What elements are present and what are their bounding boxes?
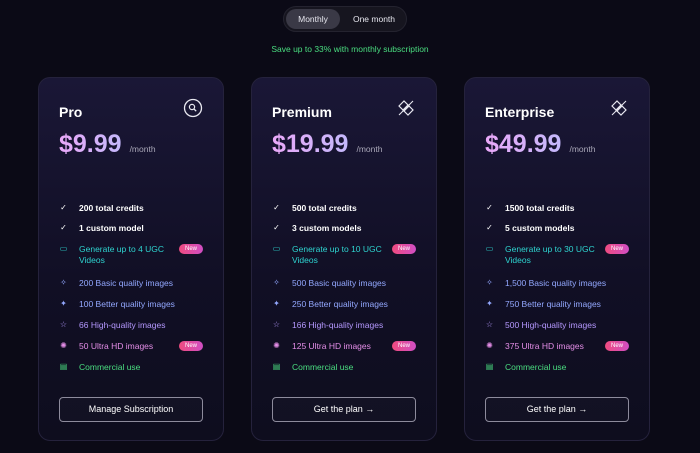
new-badge: New xyxy=(179,341,203,351)
new-badge: New xyxy=(179,244,203,254)
get-plan-button[interactable]: Get the plan → xyxy=(485,397,629,422)
get-plan-button[interactable]: Get the plan → xyxy=(272,397,416,422)
check-icon: ✓ xyxy=(486,203,493,212)
feature-text: 3 custom models xyxy=(292,223,362,233)
feature-text: 500 High-quality images xyxy=(505,320,597,330)
feature-text: 200 total credits xyxy=(79,203,144,213)
price-row: $49.99 /month xyxy=(485,130,595,159)
sparkles-icon: ✦ xyxy=(60,299,67,308)
new-badge: New xyxy=(605,244,629,254)
check-icon: ✓ xyxy=(273,223,280,232)
feature-text: 66 High-quality images xyxy=(79,320,166,330)
plan-name: Premium xyxy=(272,104,332,120)
feature-text: Commercial use xyxy=(292,362,354,372)
feature-text: 500 Basic quality images xyxy=(292,278,387,288)
sparkle-icon: ✧ xyxy=(60,278,67,287)
new-badge: New xyxy=(392,341,416,351)
video-icon: ▭ xyxy=(59,244,68,253)
sparkles-icon: ✦ xyxy=(486,299,493,308)
check-icon: ✓ xyxy=(60,203,67,212)
sparkle-bright-icon: ✺ xyxy=(486,341,493,350)
check-icon: ✓ xyxy=(60,223,67,232)
star-icon: ☆ xyxy=(59,320,68,329)
video-icon: ▭ xyxy=(272,244,281,253)
layers-icon xyxy=(609,98,629,118)
price-row: $9.99 /month xyxy=(59,130,156,159)
star-icon: ☆ xyxy=(485,320,494,329)
document-icon: ▤ xyxy=(59,362,68,371)
toggle-one-month[interactable]: One month xyxy=(344,9,404,29)
feature-text: Generate up to 30 UGC Videos xyxy=(505,244,595,265)
feature-text: 750 Better quality images xyxy=(505,299,601,309)
plan-name: Enterprise xyxy=(485,104,555,120)
feature-text: 1 custom model xyxy=(79,223,144,233)
new-badge: New xyxy=(392,244,416,254)
price-period: /month xyxy=(569,144,596,154)
billing-toggle: Monthly One month xyxy=(283,6,407,32)
feature-text: 166 High-quality images xyxy=(292,320,384,330)
save-note: Save up to 33% with monthly subscription xyxy=(271,44,429,54)
layers-icon xyxy=(396,98,416,118)
feature-text: 125 Ultra HD images xyxy=(292,341,371,351)
feature-text: 5 custom models xyxy=(505,223,575,233)
manage-subscription-button[interactable]: Manage Subscription xyxy=(59,397,203,422)
plan-card-pro: Pro $9.99 /month ✓ 200 total credits ✓ 1… xyxy=(38,77,224,441)
feature-text: Generate up to 4 UGC Videos xyxy=(79,244,165,265)
plan-card-premium: Premium $19.99 /month ✓ 500 total credit… xyxy=(251,77,437,441)
feature-text: 250 Better quality images xyxy=(292,299,388,309)
feature-text: 375 Ultra HD images xyxy=(505,341,584,351)
plan-card-enterprise: Enterprise $49.99 /month ✓ 1500 total cr… xyxy=(464,77,650,441)
star-icon: ☆ xyxy=(272,320,281,329)
feature-text: Generate up to 10 UGC Videos xyxy=(292,244,382,265)
feature-text: Commercial use xyxy=(79,362,141,372)
plan-price: $49.99 xyxy=(485,130,562,158)
feature-text: 100 Better quality images xyxy=(79,299,175,309)
plan-name: Pro xyxy=(59,104,83,120)
feature-text: 1,500 Basic quality images xyxy=(505,278,607,288)
feature-text: 200 Basic quality images xyxy=(79,278,174,288)
new-badge: New xyxy=(605,341,629,351)
document-icon: ▤ xyxy=(485,362,494,371)
feature-text: 500 total credits xyxy=(292,203,357,213)
price-period: /month xyxy=(356,144,383,154)
price-row: $19.99 /month xyxy=(272,130,382,159)
check-icon: ✓ xyxy=(273,203,280,212)
document-icon: ▤ xyxy=(272,362,281,371)
feature-text: 50 Ultra HD images xyxy=(79,341,154,351)
video-icon: ▭ xyxy=(485,244,494,253)
toggle-monthly[interactable]: Monthly xyxy=(286,9,340,29)
sparkle-bright-icon: ✺ xyxy=(60,341,67,350)
sparkle-icon: ✧ xyxy=(486,278,493,287)
plan-price: $19.99 xyxy=(272,130,349,158)
sparkle-bright-icon: ✺ xyxy=(273,341,280,350)
sparkles-icon: ✦ xyxy=(273,299,280,308)
feature-text: Commercial use xyxy=(505,362,567,372)
sparkle-icon: ✧ xyxy=(273,278,280,287)
magnifier-circle-icon xyxy=(183,98,203,118)
feature-text: 1500 total credits xyxy=(505,203,575,213)
price-period: /month xyxy=(129,144,156,154)
plan-price: $9.99 xyxy=(59,130,122,158)
check-icon: ✓ xyxy=(486,223,493,232)
